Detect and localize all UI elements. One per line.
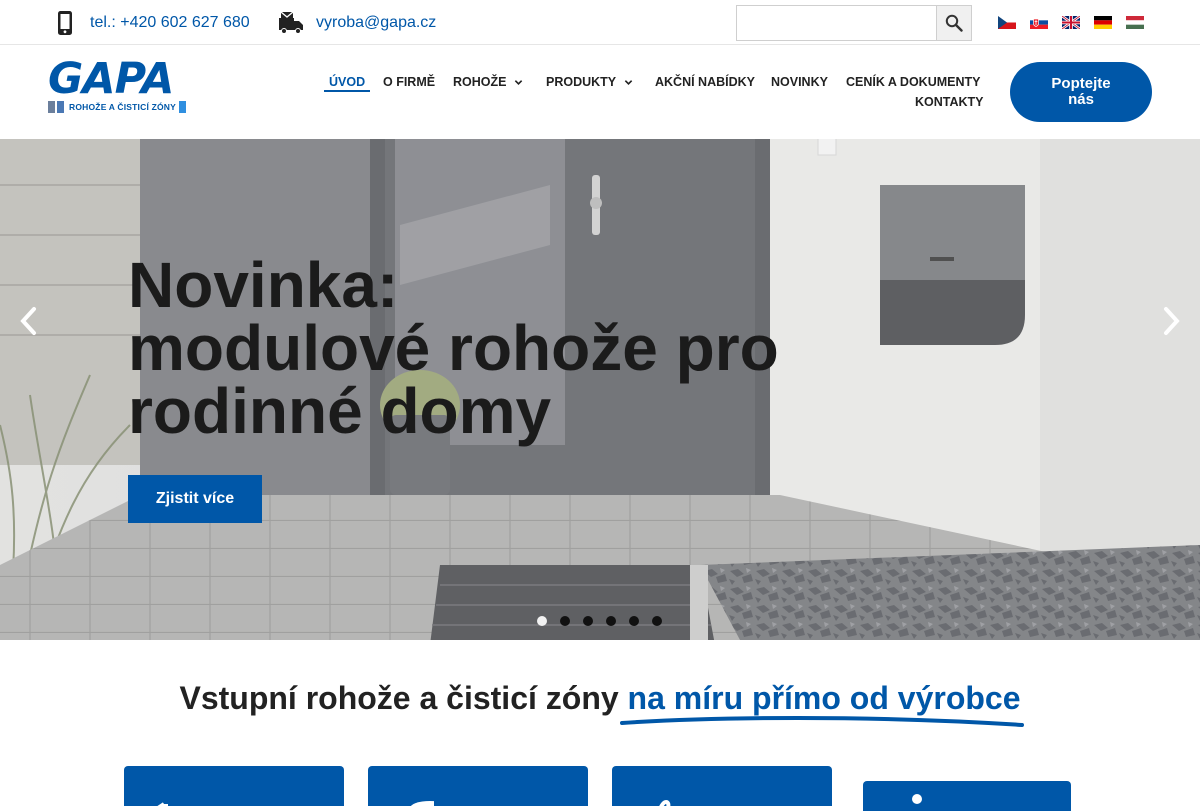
flag-cz-icon[interactable]	[998, 16, 1016, 29]
chevron-down-icon	[515, 79, 523, 85]
logo-square	[179, 101, 186, 113]
email-text: vyroba@gapa.cz	[316, 13, 437, 31]
search-button[interactable]	[936, 5, 972, 41]
hero-title: Novinka: modulové rohože pro rodinné dom…	[128, 249, 888, 447]
flag-de-icon[interactable]	[1094, 16, 1112, 29]
flag-hu-icon[interactable]	[1126, 16, 1144, 29]
slider-dot[interactable]	[606, 616, 616, 626]
brush-underline-decoration	[620, 716, 1024, 727]
nav-item-o-firme[interactable]: O firmě	[383, 75, 435, 89]
nav-item-label: Rohože	[453, 75, 507, 89]
nav-item-rohoze[interactable]: Rohože	[453, 75, 523, 89]
search-icon	[945, 14, 963, 32]
chevron-left-icon	[20, 307, 36, 335]
slider-prev-button[interactable]	[13, 304, 43, 338]
chevron-down-icon	[624, 79, 633, 85]
site-logo[interactable]: GAPA ROHOŽE A ČISTICÍ ZÓNY	[48, 54, 190, 117]
nav-item-cenik[interactable]: Ceník a dokumenty	[846, 75, 981, 89]
feature-card[interactable]	[612, 766, 832, 806]
nav-item-label: Produkty	[546, 75, 617, 89]
phone-link[interactable]: tel.: +420 602 627 680	[52, 0, 250, 45]
slider-pagination	[537, 616, 662, 626]
feature-card[interactable]	[368, 766, 588, 806]
wrench-icon	[912, 794, 922, 804]
nav-item-label: Kontakty	[915, 95, 984, 109]
feature-card[interactable]	[124, 766, 344, 806]
slider-dot[interactable]	[560, 616, 570, 626]
slider-dot[interactable]	[629, 616, 639, 626]
flag-en-icon[interactable]	[1062, 16, 1080, 29]
logo-square	[48, 101, 55, 113]
nav-item-label: Novinky	[771, 75, 828, 89]
nav-item-akcni-nabidky[interactable]: Akční nabídky	[655, 75, 755, 89]
logo-square	[57, 101, 64, 113]
learn-more-button[interactable]: Zjistit více	[128, 475, 262, 523]
slider-dot[interactable]	[583, 616, 593, 626]
nav-item-novinky[interactable]: Novinky	[771, 75, 828, 89]
mobile-phone-icon	[52, 10, 78, 36]
hero-title-line: rodinné domy	[128, 375, 552, 447]
language-switcher	[998, 16, 1144, 29]
search-input[interactable]	[736, 5, 936, 41]
coins-icon	[410, 801, 434, 806]
flag-sk-icon[interactable]	[1030, 16, 1048, 29]
thumbs-up-icon	[659, 799, 671, 806]
main-header: GAPA ROHOŽE A ČISTICÍ ZÓNY Úvod O firmě …	[0, 45, 1200, 139]
nav-item-kontakty[interactable]: Kontakty	[915, 95, 984, 109]
mail-truck-icon	[278, 10, 304, 36]
hero-title-line: Novinka:	[128, 249, 399, 321]
nav-item-label: O firmě	[383, 75, 436, 89]
section-title-plain: Vstupní rohože a čisticí zóny	[179, 680, 628, 716]
nav-item-label: Úvod	[329, 75, 366, 89]
nav-item-label: Akční nabídky	[655, 75, 755, 89]
email-link[interactable]: vyroba@gapa.cz	[278, 0, 436, 45]
slider-dot[interactable]	[652, 616, 662, 626]
chevron-right-icon	[1164, 307, 1180, 335]
logo-wordmark: GAPA	[48, 54, 174, 104]
hero-slider: Novinka: modulové rohože pro rodinné dom…	[0, 139, 1200, 640]
phone-text: tel.: +420 602 627 680	[90, 13, 250, 31]
measure-icon	[157, 802, 168, 806]
nav-item-label: Ceník a dokumenty	[846, 75, 981, 89]
feature-card[interactable]	[863, 781, 1071, 811]
logo-tagline-text: ROHOŽE A ČISTICÍ ZÓNY	[69, 102, 176, 112]
logo-tagline: ROHOŽE A ČISTICÍ ZÓNY	[48, 101, 190, 113]
nav-item-produkty[interactable]: Produkty	[546, 75, 633, 89]
nav-item-uvod[interactable]: Úvod	[324, 75, 371, 92]
hero-title-line: modulové rohože pro	[128, 312, 779, 384]
top-contact-bar: tel.: +420 602 627 680 vyroba@gapa.cz	[0, 0, 1200, 45]
slider-next-button[interactable]	[1157, 304, 1187, 338]
site-search	[736, 5, 972, 41]
request-quote-button[interactable]: Poptejte nás	[1010, 62, 1152, 122]
slider-dot[interactable]	[537, 616, 547, 626]
